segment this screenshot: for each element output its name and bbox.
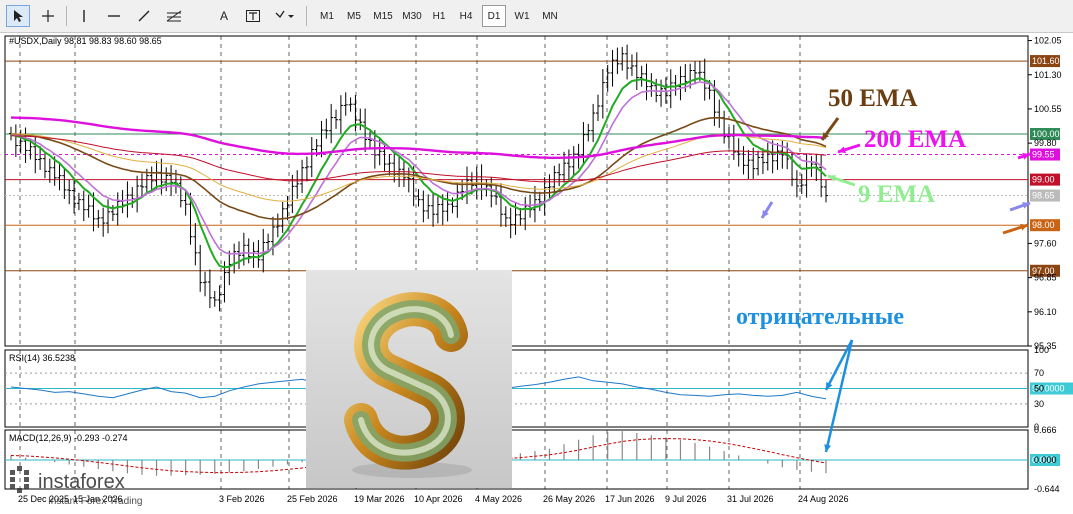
level-98-65-arrow-head bbox=[1022, 202, 1030, 209]
rsi-tick-label: 30 bbox=[1034, 399, 1044, 409]
y-tick-label: 96.10 bbox=[1034, 307, 1057, 317]
level-badge-label: 98.00 bbox=[1032, 220, 1055, 230]
x-tick-label: 4 May 2026 bbox=[475, 494, 522, 504]
timeframe-d1-button[interactable]: D1 bbox=[482, 5, 506, 27]
rsi-arrow bbox=[824, 339, 854, 391]
y-tick-label: 97.60 bbox=[1034, 238, 1057, 248]
timeframe-h4-button[interactable]: H4 bbox=[454, 5, 478, 27]
text-label-icon[interactable] bbox=[240, 5, 266, 27]
y-tick-label: 102.05 bbox=[1034, 36, 1062, 46]
timeframe-m1-button[interactable]: M1 bbox=[315, 5, 339, 27]
logo-wordmark: instaforex bbox=[38, 471, 125, 493]
ema50-annotation: 50 EMA bbox=[828, 85, 918, 112]
x-tick-label: 31 Jul 2026 bbox=[727, 494, 774, 504]
macd-arrow bbox=[824, 339, 854, 453]
ema200-annotation: 200 EMA bbox=[864, 126, 966, 153]
macd-tick-label: 0.000 bbox=[1034, 455, 1057, 465]
x-tick-label: 9 Jul 2026 bbox=[665, 494, 707, 504]
timeframe-w1-button[interactable]: W1 bbox=[510, 5, 534, 27]
ema9-annotation: 9 EMA bbox=[858, 181, 935, 208]
y-tick-label: 96.85 bbox=[1034, 273, 1057, 283]
chart-header: #USDX,Daily 98.81 98.83 98.60 98.65 bbox=[9, 36, 162, 46]
text-icon[interactable]: A bbox=[212, 5, 236, 27]
trendline-icon[interactable] bbox=[132, 5, 156, 27]
arrow-shapes-icon[interactable] bbox=[270, 5, 300, 27]
ema200-arrow-head bbox=[838, 146, 846, 154]
dollar-sign-image bbox=[306, 270, 512, 488]
y-tick-label: 99.80 bbox=[1034, 138, 1057, 148]
timeframe-m5-button[interactable]: M5 bbox=[342, 5, 366, 27]
timeframe-m30-button[interactable]: M30 bbox=[398, 5, 426, 27]
y-tick-label: 100.55 bbox=[1034, 104, 1062, 114]
vertical-line-icon[interactable] bbox=[72, 5, 96, 27]
fibonacci-icon[interactable] bbox=[160, 5, 188, 27]
macd-header: MACD(12,26,9) -0.293 -0.274 bbox=[9, 433, 128, 443]
x-tick-label: 25 Feb 2026 bbox=[287, 494, 338, 504]
toolbar-separator bbox=[66, 6, 67, 26]
rsi-tick-label: 100 bbox=[1034, 345, 1049, 355]
rsi-tick-label: 50 bbox=[1034, 384, 1044, 394]
price-chart[interactable]: 101.60100.0099.5599.0098.6598.0097.00 50… bbox=[0, 33, 1073, 510]
level-badge-label: 99.55 bbox=[1032, 150, 1055, 160]
cursor-icon[interactable] bbox=[6, 5, 30, 27]
level-badge-label: 99.00 bbox=[1032, 175, 1055, 185]
timeframe-m15-button[interactable]: M15 bbox=[369, 5, 397, 27]
level-badge-label: 98.65 bbox=[1032, 191, 1055, 201]
x-tick-label: 3 Feb 2026 bbox=[219, 494, 265, 504]
rsi-tick-label: 70 bbox=[1034, 368, 1044, 378]
timeframe-mn-button[interactable]: MN bbox=[537, 5, 563, 27]
ema9-arrow-head bbox=[828, 174, 836, 182]
ema14-line bbox=[10, 81, 827, 255]
rsi-header: RSI(14) 36.5238 bbox=[9, 353, 75, 363]
instaforex-logo: instaforex Instant Forex Trading bbox=[8, 466, 168, 514]
logo-tagline: Instant Forex Trading bbox=[48, 496, 143, 507]
x-tick-label: 10 Apr 2026 bbox=[414, 494, 463, 504]
level-99-55-arrow-head bbox=[1022, 152, 1030, 160]
macd-tick-label: -0.644 bbox=[1034, 484, 1060, 494]
x-tick-label: 26 May 2026 bbox=[543, 494, 595, 504]
y-tick-label: 101.30 bbox=[1034, 70, 1062, 80]
x-tick-label: 17 Jun 2026 bbox=[605, 494, 655, 504]
toolbar-separator bbox=[306, 6, 307, 26]
negative-annotation: отрицательные bbox=[736, 304, 904, 330]
timeframe-h1-button[interactable]: H1 bbox=[427, 5, 451, 27]
crosshair-icon[interactable] bbox=[36, 5, 60, 27]
x-tick-label: 19 Mar 2026 bbox=[354, 494, 405, 504]
x-tick-label: 24 Aug 2026 bbox=[798, 494, 849, 504]
horizontal-line-icon[interactable] bbox=[102, 5, 126, 27]
macd-tick-label: 0.666 bbox=[1034, 425, 1057, 435]
level-98-arrow-head bbox=[1020, 223, 1028, 231]
toolbar: A M1 M5 M15 M30 H1 H4 D1 W1 MN bbox=[0, 0, 1073, 33]
level-badge-label: 101.60 bbox=[1032, 56, 1060, 66]
